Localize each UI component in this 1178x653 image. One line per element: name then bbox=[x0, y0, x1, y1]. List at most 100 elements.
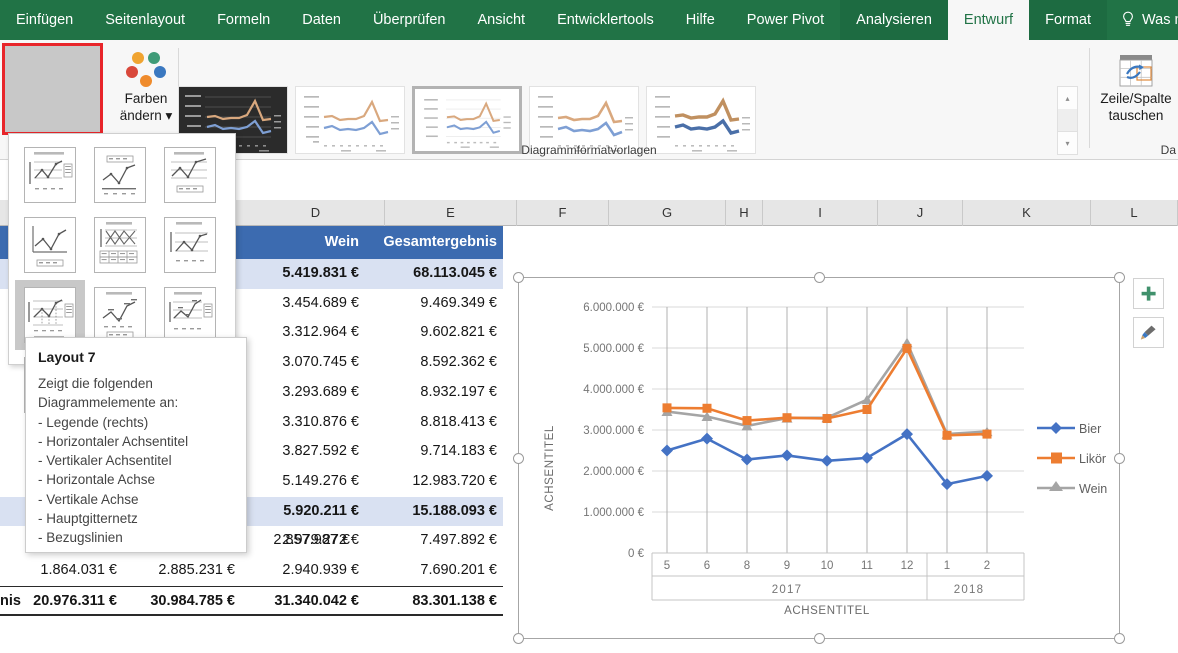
tell-me-label: Was möcht bbox=[1142, 12, 1178, 28]
col-header-I[interactable]: I bbox=[763, 200, 878, 226]
layout-option-6[interactable] bbox=[155, 210, 225, 280]
change-colors-button[interactable]: Farben ändern ▾ bbox=[115, 40, 177, 137]
cell-col-b: 1.864.031 € bbox=[40, 562, 117, 578]
cell-wein: 3.293.689 € bbox=[282, 383, 359, 400]
table-total-row[interactable]: nis 20.976.311 € 30.984.785 € 31.340.042… bbox=[0, 586, 503, 616]
tab-seitenlayout[interactable]: Seitenlayout bbox=[89, 0, 201, 40]
y-tick-3: 3.000.000 € bbox=[583, 425, 644, 437]
col-header-D[interactable]: D bbox=[247, 200, 385, 226]
cell-total: 9.469.349 € bbox=[420, 294, 497, 311]
tab-analysieren[interactable]: Analysieren bbox=[840, 0, 948, 40]
chart-handle-br[interactable] bbox=[1114, 633, 1125, 644]
gallery-scroll-thumb[interactable] bbox=[1058, 109, 1077, 131]
tab-power-pivot[interactable]: Power Pivot bbox=[731, 0, 840, 40]
tab-einfuegen[interactable]: Einfügen bbox=[0, 0, 89, 40]
chart-side-buttons bbox=[1133, 278, 1166, 356]
chart-x-axis-title: ACHSENTITEL bbox=[784, 605, 870, 617]
cell-total-b: 20.976.311 € bbox=[33, 593, 117, 609]
col-header-G[interactable]: G bbox=[609, 200, 726, 226]
layout-option-3[interactable] bbox=[155, 140, 225, 210]
legend-label-wein: Wein bbox=[1079, 482, 1107, 496]
layout-thumb-6 bbox=[164, 217, 216, 273]
y-tick-6: 0 € bbox=[628, 548, 645, 560]
tab-ansicht[interactable]: Ansicht bbox=[462, 0, 542, 40]
chart-object[interactable]: ACHSENTITEL 6.000.000 € 5.000.000 € 4.00… bbox=[518, 277, 1120, 639]
switch-row-column-icon bbox=[1113, 52, 1159, 90]
cell-wein: 2.940.939 € bbox=[282, 562, 359, 578]
chart-handle-bl[interactable] bbox=[513, 633, 524, 644]
x-group-2018: 2018 bbox=[954, 584, 984, 596]
x-tick-0: 5 bbox=[664, 560, 670, 572]
chart-y-axis-title: ACHSENTITEL bbox=[544, 425, 556, 511]
tab-format[interactable]: Format bbox=[1029, 0, 1108, 40]
tab-daten[interactable]: Daten bbox=[286, 0, 357, 40]
col-header-F[interactable]: F bbox=[517, 200, 609, 226]
x-tick-8: 2 bbox=[984, 560, 990, 572]
col-header-L[interactable]: L bbox=[1091, 200, 1178, 226]
chart-legend: Bier Likör Wein bbox=[1037, 422, 1107, 496]
x-tick-2: 8 bbox=[744, 560, 750, 572]
x-tick-1: 6 bbox=[704, 560, 710, 572]
table-row[interactable]: 1.864.031 € 2.885.231 € 2.940.939 € 7.69… bbox=[0, 556, 503, 586]
chart-handle-mr[interactable] bbox=[1114, 453, 1125, 464]
layout-thumb-4 bbox=[24, 217, 76, 273]
tell-me-box[interactable]: Was möcht bbox=[1107, 0, 1178, 40]
cell-wein: 3.312.964 € bbox=[282, 324, 359, 341]
cell-total: 8.818.413 € bbox=[420, 413, 497, 430]
tab-hilfe[interactable]: Hilfe bbox=[670, 0, 731, 40]
tooltip-title: Layout 7 bbox=[38, 349, 96, 365]
chart-handle-bc[interactable] bbox=[814, 633, 825, 644]
layout-option-5[interactable] bbox=[85, 210, 155, 280]
layout-option-4[interactable] bbox=[15, 210, 85, 280]
layout-option-2[interactable] bbox=[85, 140, 155, 210]
chart-svg: ACHSENTITEL 6.000.000 € 5.000.000 € 4.00… bbox=[544, 302, 1107, 617]
chart-handle-tl[interactable] bbox=[513, 272, 524, 283]
cell-wein: 5.149.276 € bbox=[282, 472, 359, 489]
cell-total: 9.714.183 € bbox=[420, 443, 497, 460]
change-colors-line2: ändern ▾ bbox=[119, 108, 173, 123]
chart-handle-tc[interactable] bbox=[814, 272, 825, 283]
cell-col-c: 2.885.231 € bbox=[158, 562, 235, 578]
cell-total-wein: 31.340.042 € bbox=[274, 593, 359, 609]
x-tick-7: 1 bbox=[944, 560, 950, 572]
col-header-H[interactable]: H bbox=[726, 200, 763, 226]
cell-total: 8.932.197 € bbox=[420, 383, 497, 400]
quick-layout-dropdown[interactable] bbox=[8, 133, 236, 413]
cell-total: 7.497.892 € bbox=[420, 532, 497, 549]
cell-total: 8.592.362 € bbox=[420, 354, 497, 371]
x-tick-3: 9 bbox=[784, 560, 790, 572]
y-tick-2: 4.000.000 € bbox=[583, 384, 644, 396]
col-header-J[interactable]: J bbox=[878, 200, 963, 226]
tab-entwicklertools[interactable]: Entwicklertools bbox=[541, 0, 670, 40]
x-tick-6: 12 bbox=[901, 560, 914, 572]
tab-ueberpruefen[interactable]: Überprüfen bbox=[357, 0, 462, 40]
tooltip-line-6: - Vertikale Achse bbox=[38, 491, 139, 507]
cell-wein: 5.920.211 € bbox=[283, 502, 359, 519]
col-header-E[interactable]: E bbox=[385, 200, 517, 226]
layout-thumb-8 bbox=[94, 287, 146, 343]
cell-total-gesamt: 83.301.138 € bbox=[412, 593, 497, 609]
switch-row-column-button[interactable]: Zeile/Spalte tauschen bbox=[1094, 44, 1178, 156]
cell-wein: 3.827.592 € bbox=[282, 443, 359, 460]
chart-handle-tr[interactable] bbox=[1114, 272, 1125, 283]
chart-styles-button[interactable] bbox=[1133, 317, 1164, 348]
y-tick-5: 1.000.000 € bbox=[583, 507, 644, 519]
gallery-scroll-up[interactable]: ▴ bbox=[1058, 87, 1077, 109]
tooltip-line-5: - Horizontale Achse bbox=[38, 472, 156, 488]
chart-handle-ml[interactable] bbox=[513, 453, 524, 464]
tab-formeln[interactable]: Formeln bbox=[201, 0, 286, 40]
highlight-rectangle bbox=[2, 43, 103, 135]
layout-thumb-3 bbox=[164, 147, 216, 203]
legend-label-likoer: Likör bbox=[1079, 452, 1106, 466]
col-header-K[interactable]: K bbox=[963, 200, 1091, 226]
cell-wein: 2.979.272 € bbox=[282, 532, 359, 549]
tab-entwurf[interactable]: Entwurf bbox=[947, 0, 1030, 40]
layout-option-1[interactable] bbox=[15, 140, 85, 210]
cell-total: 68.113.045 € bbox=[413, 265, 497, 281]
cell-wein: 3.310.876 € bbox=[282, 413, 359, 430]
add-chart-element-button[interactable] bbox=[1133, 278, 1164, 309]
table-header-gesamtergebnis: Gesamtergebnis bbox=[383, 234, 497, 250]
color-dots-icon bbox=[122, 48, 170, 90]
layout-thumb-5 bbox=[94, 217, 146, 273]
tooltip-line-8: - Bezugslinien bbox=[38, 530, 123, 546]
